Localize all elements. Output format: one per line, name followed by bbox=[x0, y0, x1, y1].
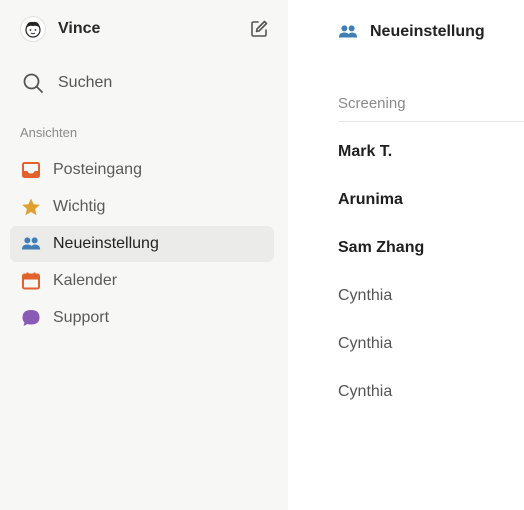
sidebar-nav: Posteingang Wichtig Neueinstellung Kalen… bbox=[10, 152, 274, 337]
people-icon bbox=[338, 22, 358, 42]
user-row[interactable]: Vince bbox=[20, 14, 270, 44]
sidebar-item-posteingang[interactable]: Posteingang bbox=[10, 152, 274, 188]
group-label: Screening bbox=[338, 95, 406, 112]
star-icon bbox=[21, 197, 41, 217]
people-icon bbox=[21, 234, 41, 254]
list-item[interactable]: Sam Zhang bbox=[338, 224, 524, 272]
list-item[interactable]: Arunima bbox=[338, 176, 524, 224]
search-icon bbox=[23, 73, 43, 93]
main-header: Neueinstellung bbox=[338, 22, 485, 42]
sidebar-item-kalender[interactable]: Kalender bbox=[10, 263, 274, 299]
list-item[interactable]: Mark T. bbox=[338, 128, 524, 176]
chat-bubble-icon bbox=[21, 308, 41, 328]
avatar[interactable] bbox=[20, 16, 46, 42]
page-title: Neueinstellung bbox=[370, 23, 485, 40]
sidebar-item-support[interactable]: Support bbox=[10, 300, 274, 336]
candidate-list: Mark T. Arunima Sam Zhang Cynthia Cynthi… bbox=[338, 128, 524, 416]
sidebar-item-label: Posteingang bbox=[53, 161, 142, 178]
sidebar-item-label: Support bbox=[53, 309, 110, 326]
user-name: Vince bbox=[58, 20, 101, 37]
sidebar: Vince Suchen Ansichten Posteingang Wicht… bbox=[0, 0, 288, 510]
list-item[interactable]: Cynthia bbox=[338, 368, 524, 416]
sidebar-item-wichtig[interactable]: Wichtig bbox=[10, 189, 274, 225]
sidebar-item-label: Neueinstellung bbox=[53, 235, 159, 252]
compose-button[interactable] bbox=[248, 18, 270, 40]
sidebar-item-label: Wichtig bbox=[53, 198, 106, 215]
inbox-icon bbox=[21, 160, 41, 180]
avatar-face-icon bbox=[25, 21, 41, 38]
list-item[interactable]: Cynthia bbox=[338, 320, 524, 368]
list-item[interactable]: Cynthia bbox=[338, 272, 524, 320]
calendar-icon bbox=[21, 271, 41, 291]
main-panel: Neueinstellung Screening Mark T. Arunima… bbox=[288, 0, 524, 510]
divider bbox=[338, 121, 524, 122]
search-label: Suchen bbox=[58, 74, 113, 91]
search-button[interactable]: Suchen bbox=[22, 70, 262, 96]
section-label: Ansichten bbox=[20, 125, 78, 140]
sidebar-item-neueinstellung[interactable]: Neueinstellung bbox=[10, 226, 274, 262]
compose-icon bbox=[251, 20, 268, 37]
sidebar-item-label: Kalender bbox=[53, 272, 118, 289]
